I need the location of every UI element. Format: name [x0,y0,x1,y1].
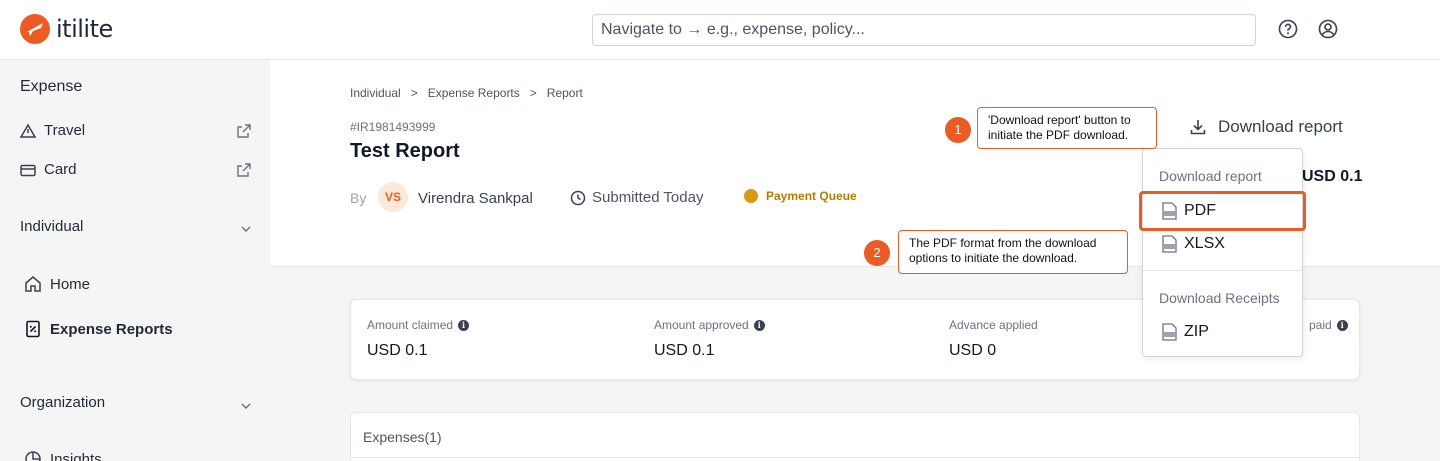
callout-number-1: 1 [945,117,971,143]
xlsx-file-icon [1162,235,1177,253]
breadcrumb-separator: > [410,86,418,100]
sidebar-item-home[interactable]: Home [24,275,90,293]
page-title: Test Report [350,140,460,162]
summary-amount-claimed: Amount claimed i USD 0.1 [367,318,470,360]
dropdown-header-report: Download report [1159,168,1262,184]
sidebar-item-insights[interactable]: Insights [24,450,102,461]
divider [351,457,1359,458]
external-link-icon[interactable] [236,123,252,139]
report-id: #IR1981493999 [350,120,436,134]
dropdown-item-xlsx[interactable]: XLSX [1161,235,1225,253]
sidebar-section-individual[interactable]: Individual [20,218,83,235]
dropdown-item-label: XLSX [1184,235,1225,252]
help-circle-icon[interactable] [1278,19,1298,39]
warning-triangle-icon [20,123,36,138]
pie-chart-icon [25,451,41,461]
summary-label: paid [1309,318,1332,332]
home-icon [25,276,41,292]
external-link-icon[interactable] [236,162,252,178]
plane-logo-icon [20,14,50,44]
submitted-text: Submitted Today [592,189,704,206]
breadcrumb-separator: > [529,86,537,100]
summary-amount-approved: Amount approved i USD 0.1 [654,318,765,360]
callout-1: 'Download report' button to initiate the… [977,107,1157,149]
download-icon [1190,120,1206,135]
sidebar-item-label: Travel [44,122,86,139]
itilite-logo[interactable]: itilite [20,14,113,44]
sidebar-item-label: Home [50,275,91,293]
sidebar-item-label: Insights [50,450,102,461]
summary-value: USD 0 [949,342,997,359]
summary-label: Amount approved [654,318,749,332]
info-icon[interactable]: i [753,319,765,331]
expenses-title: Expenses(1) [363,429,442,445]
download-dropdown-menu: Download report PDF XLSX Download Receip… [1142,148,1303,357]
dropdown-item-zip[interactable]: ZIP [1161,323,1209,341]
chevron-down-icon[interactable] [240,223,252,235]
sidebar-section-expense: Expense [20,78,83,95]
top-header: itilite Navigate to → e.g., expense, pol… [0,0,1440,60]
status-badge: Payment Queue [744,189,857,203]
summary-label: Advance applied [949,318,1038,332]
info-icon[interactable]: i [1336,319,1348,331]
dropdown-header-receipts: Download Receipts [1159,290,1280,306]
sidebar-item-label: Expense Reports [50,320,173,338]
breadcrumb: Individual > Expense Reports > Report [350,86,583,100]
search-input[interactable]: Navigate to → e.g., expense, policy... [592,14,1256,46]
summary-paid: paid i [1309,318,1348,332]
pdf-highlight-box [1139,191,1306,231]
status-dot [744,189,758,203]
summary-value: USD 0.1 [367,342,428,359]
dropdown-item-label: ZIP [1184,323,1209,340]
report-total: USD 0.1 [1302,168,1363,185]
credit-card-icon [20,164,36,176]
summary-value: USD 0.1 [654,342,715,359]
by-label: By [350,190,367,206]
sidebar-section-organization[interactable]: Organization [20,394,105,411]
dropdown-divider [1143,270,1302,271]
sidebar-item-travel[interactable]: Travel [20,122,85,139]
chevron-down-icon[interactable] [240,400,252,412]
submitter-name: Virendra Sankpal [418,190,533,207]
download-report-label: Download report [1218,117,1343,136]
user-circle-icon[interactable] [1318,19,1338,39]
receipt-icon [26,320,40,338]
summary-advance-applied: Advance applied USD 0 [949,318,1038,360]
expenses-section: Expenses(1) [350,412,1360,461]
sidebar-item-label: Card [44,161,77,178]
breadcrumb-expense-reports[interactable]: Expense Reports [428,86,520,100]
info-icon[interactable]: i [458,319,470,331]
logo-text: itilite [56,15,113,43]
sidebar-item-expense-reports[interactable]: Expense Reports [24,320,173,338]
submitted-info: Submitted Today [570,189,703,206]
sidebar-item-card[interactable]: Card [20,161,77,178]
callout-number-2: 2 [864,240,890,266]
status-text: Payment Queue [766,189,857,203]
clock-icon [570,190,586,205]
avatar: VS [378,182,408,212]
breadcrumb-report: Report [546,86,583,100]
callout-2: The PDF format from the download options… [898,230,1128,274]
summary-label: Amount claimed [367,318,454,332]
breadcrumb-individual[interactable]: Individual [350,86,401,100]
download-report-button[interactable]: Download report [1188,117,1343,137]
zip-file-icon [1162,323,1177,341]
